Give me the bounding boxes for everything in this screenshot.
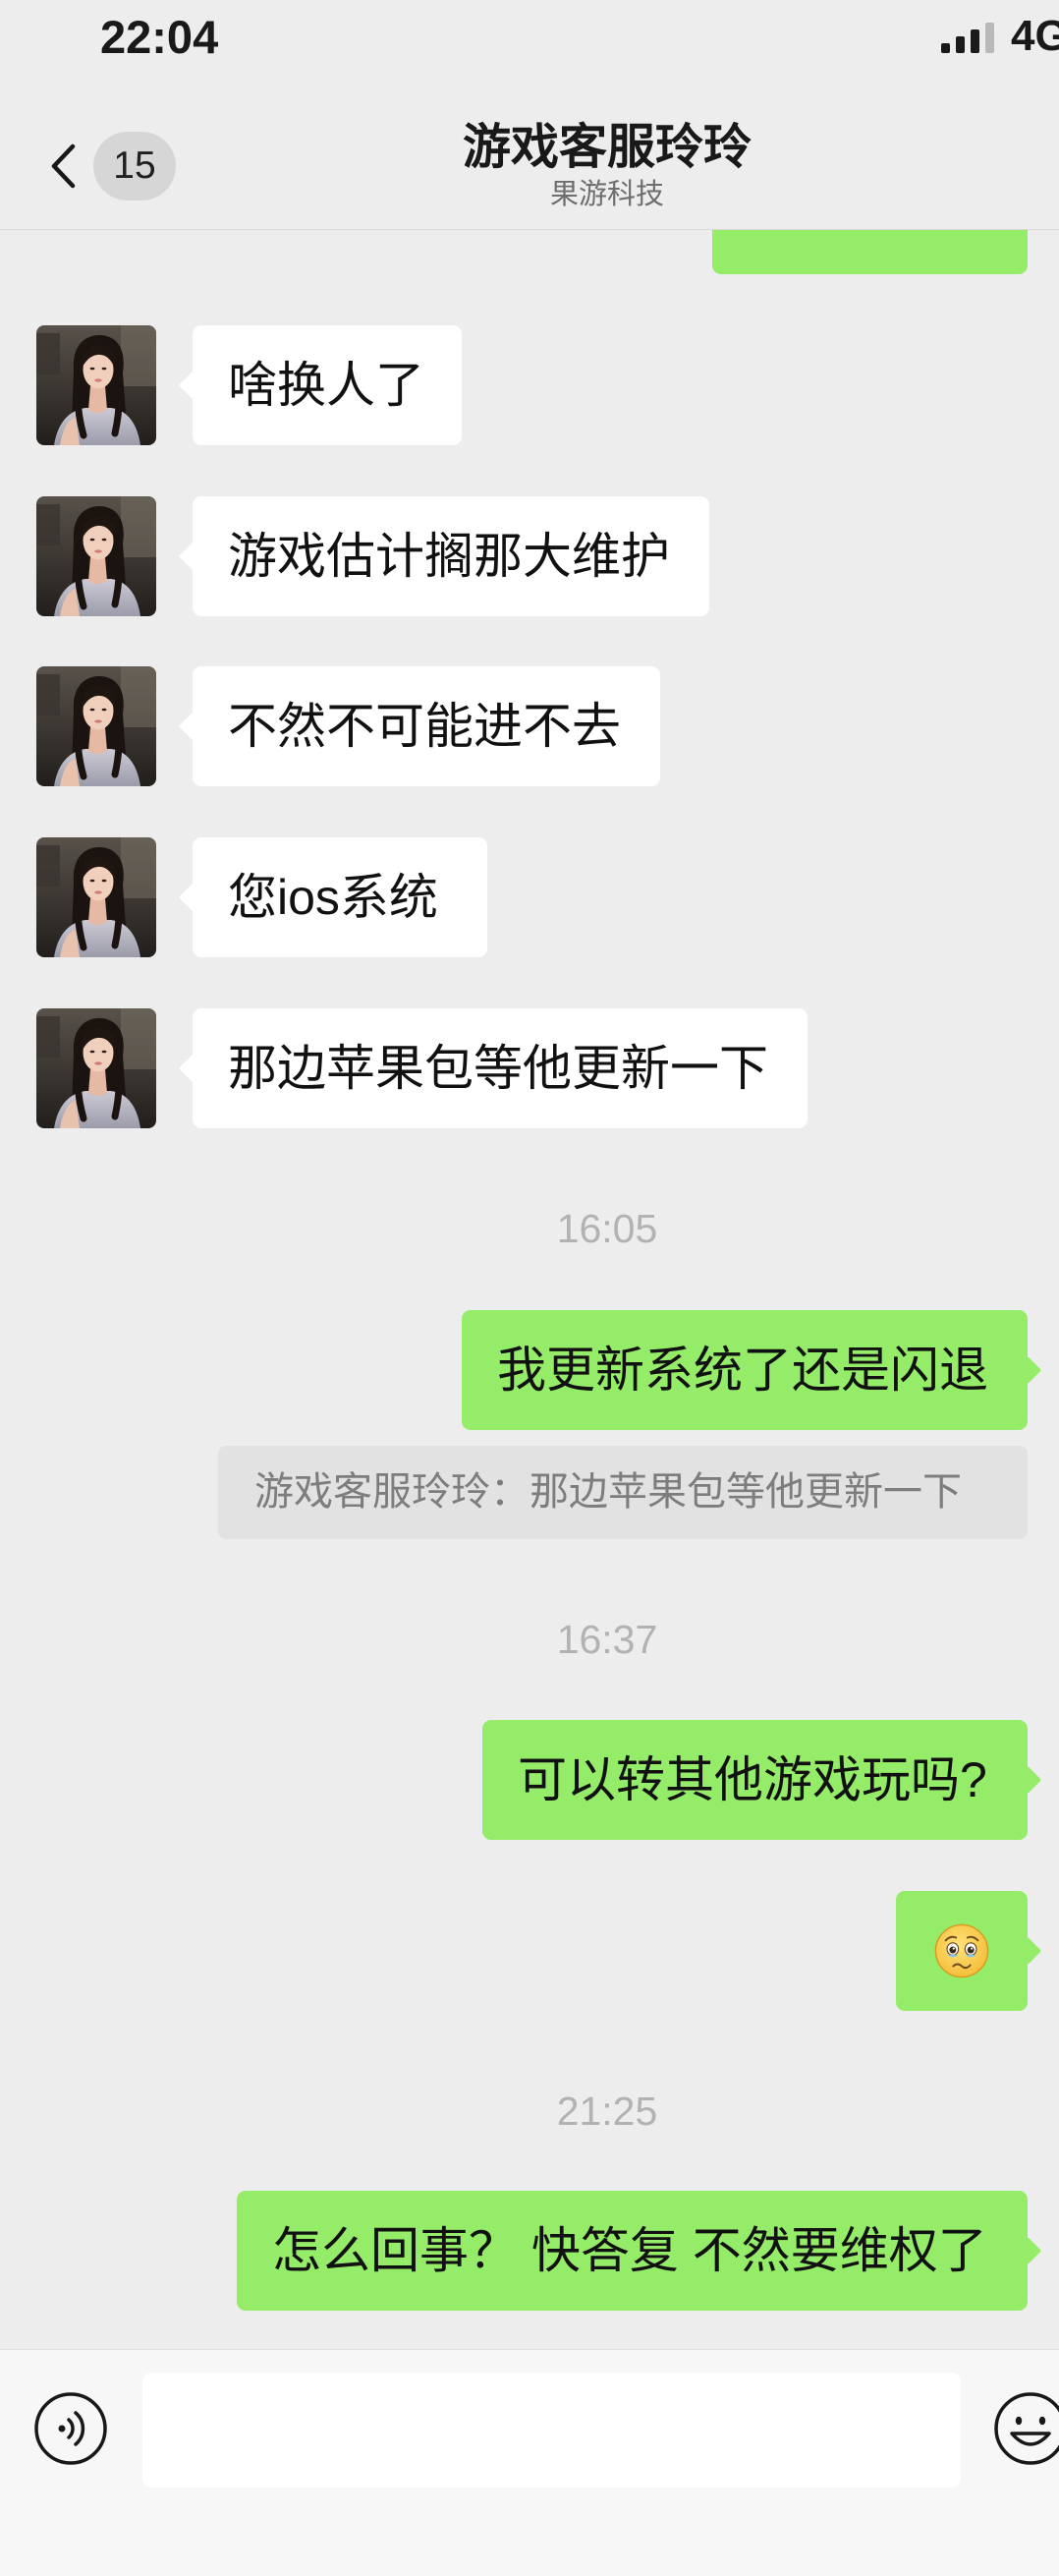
- message-row: [0, 1891, 1059, 2011]
- contact-photo: [36, 1008, 156, 1128]
- network-type: 4G: [1011, 14, 1059, 59]
- bubble-tail: [1013, 1936, 1042, 1966]
- input-bar: [0, 2349, 1059, 2576]
- message-row: 不然不可能进不去: [0, 666, 1059, 786]
- message-row: 我更新系统了还是闪退: [0, 1310, 1059, 1430]
- contact-photo: [36, 496, 156, 616]
- contact-photo: [36, 666, 156, 786]
- signal-bars-icon: [941, 22, 994, 53]
- bubble-tail: [178, 883, 207, 912]
- bubble-tail: [178, 712, 207, 741]
- header: 22:04 4G 15 游戏客服玲玲 果游科技: [0, 0, 1059, 230]
- wechat-chat-screen: 22:04 4G 15 游戏客服玲玲 果游科技 啥换人了 游戏估计搁那大维护 不…: [0, 0, 1059, 2576]
- bubble-tail: [1013, 1765, 1042, 1795]
- status-bar: 22:04 4G: [0, 0, 1059, 98]
- message-bubble[interactable]: 不然不可能进不去: [178, 666, 660, 786]
- message-row: 您ios系统: [0, 837, 1059, 957]
- message-list[interactable]: 啥换人了 游戏估计搁那大维护 不然不可能进不去 您ios系统 那边苹果包等他更新…: [0, 0, 1059, 2349]
- bubble-tail: [178, 1054, 207, 1083]
- contact-avatar[interactable]: [36, 837, 156, 957]
- bubble-tail: [178, 371, 207, 400]
- message-bubble[interactable]: 我更新系统了还是闪退: [462, 1310, 1042, 1430]
- chat-subtitle: 果游科技: [549, 179, 664, 210]
- message-row: 怎么回事？ 快答复 不然要维权了: [0, 2191, 1059, 2311]
- back-button[interactable]: 15: [35, 124, 183, 206]
- message-timestamp: 16:37: [556, 1617, 658, 1662]
- contact-photo: [36, 325, 156, 445]
- contact-avatar[interactable]: [36, 666, 156, 786]
- message-row: 啥换人了: [0, 325, 1059, 445]
- contact-avatar[interactable]: [36, 1008, 156, 1128]
- message-bubble[interactable]: 游戏估计搁那大维护: [178, 496, 709, 616]
- emoji-smile-icon: [994, 2392, 1059, 2465]
- message-bubble[interactable]: 啥换人了: [178, 325, 462, 445]
- signal-bar: [971, 29, 979, 53]
- message-input[interactable]: [142, 2373, 961, 2488]
- message-text: 不然不可能进不去: [228, 699, 621, 754]
- unread-count-badge: 15: [93, 132, 176, 200]
- message-row: 可以转其他游戏玩吗?: [0, 1720, 1059, 1840]
- emoji-button[interactable]: [990, 2390, 1059, 2467]
- message-text: 我更新系统了还是闪退: [497, 1343, 988, 1398]
- quoted-message[interactable]: 游戏客服玲玲：那边苹果包等他更新一下: [218, 1446, 1028, 1539]
- message-text: 您ios系统: [228, 870, 438, 925]
- pleading-face-emoji-icon: [934, 1923, 989, 1978]
- bubble-tail: [1013, 1355, 1042, 1385]
- contact-avatar[interactable]: [36, 496, 156, 616]
- message-text: 可以转其他游戏玩吗?: [518, 1752, 987, 1807]
- message-bubble[interactable]: 可以转其他游戏玩吗?: [482, 1720, 1042, 1840]
- message-bubble[interactable]: 怎么回事？ 快答复 不然要维权了: [237, 2191, 1042, 2311]
- voice-input-button[interactable]: [32, 2390, 109, 2467]
- contact-photo: [36, 837, 156, 957]
- chat-title: 游戏客服玲玲: [462, 121, 752, 174]
- message-row: 那边苹果包等他更新一下: [0, 1008, 1059, 1128]
- chevron-left-icon: [51, 143, 76, 189]
- bubble-tail: [1013, 2236, 1042, 2265]
- status-time: 22:04: [100, 11, 219, 63]
- message-timestamp: 16:05: [556, 1206, 658, 1251]
- message-text: 啥换人了: [228, 358, 424, 413]
- message-timestamp: 21:25: [556, 2089, 658, 2134]
- emoji-message-bubble[interactable]: [896, 1891, 1042, 2011]
- signal-bar: [956, 36, 965, 53]
- message-text: 怎么回事？ 快答复 不然要维权了: [272, 2223, 987, 2278]
- signal-bar: [985, 23, 994, 53]
- signal-bar: [941, 43, 950, 53]
- voice-input-icon: [34, 2392, 107, 2465]
- message-bubble[interactable]: 那边苹果包等他更新一下: [178, 1008, 808, 1128]
- message-text: 那边苹果包等他更新一下: [228, 1041, 768, 1096]
- message-row: 游戏估计搁那大维护: [0, 496, 1059, 616]
- message-text: 游戏估计搁那大维护: [228, 529, 670, 584]
- bubble-tail: [178, 542, 207, 571]
- message-bubble[interactable]: 您ios系统: [178, 837, 487, 957]
- nav-bar: 15 游戏客服玲玲 果游科技: [0, 98, 1059, 230]
- contact-avatar[interactable]: [36, 325, 156, 445]
